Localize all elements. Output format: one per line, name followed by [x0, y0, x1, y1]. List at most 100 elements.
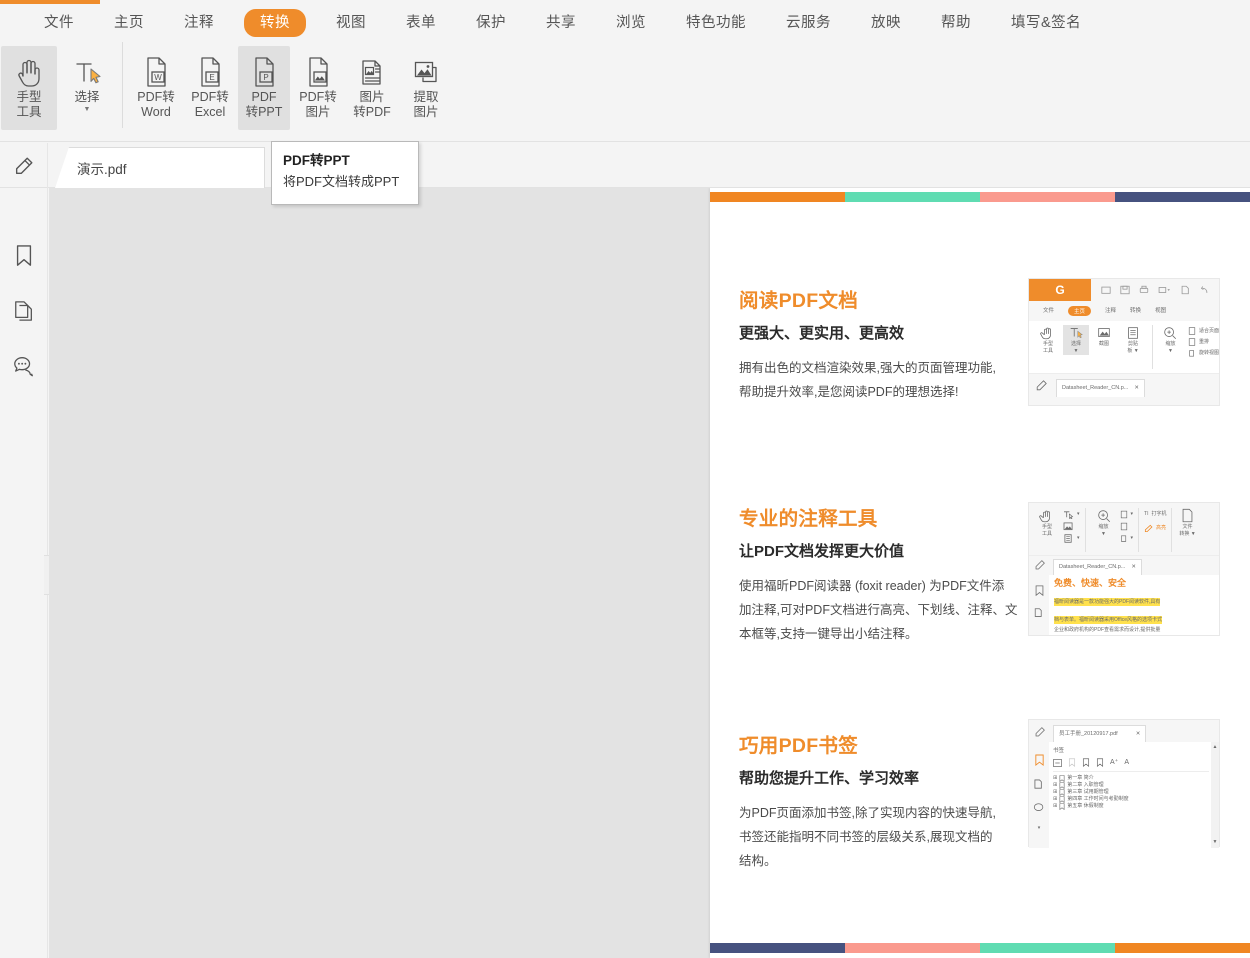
section-1-subtitle: 更强大、更实用、更高效	[739, 323, 1029, 344]
pdf-to-word-button[interactable]: W PDF转 Word	[130, 46, 182, 130]
mini-rotate-label: 旋转视图	[1199, 350, 1219, 357]
mini3-decrease-font-icon[interactable]: A	[1124, 759, 1129, 766]
ribbon-tab-form[interactable]: 表单	[396, 10, 446, 36]
mini3-expand-node-1[interactable]: ⊞	[1053, 775, 1057, 782]
mini3-bm-icon-4	[1059, 796, 1065, 803]
extract-image-label-2: 图片	[413, 105, 438, 120]
application-window: 文件 主页 注释 转换 视图 表单 保护 共享 浏览 特色功能 云服务 放映 帮…	[0, 0, 1250, 958]
section-2-body-line-3: 本框等,支持一键导出小结注释。	[739, 622, 1029, 646]
ribbon-tab-home[interactable]: 主页	[104, 10, 154, 36]
svg-text:W: W	[154, 73, 162, 82]
pdf-to-ppt-label-1: PDF	[252, 90, 277, 105]
mini3-bookmark-4[interactable]: 第四章 工作时间与考勤制度	[1067, 796, 1128, 803]
pdf-to-ppt-icon: P	[249, 54, 279, 90]
section-3-body-line-3: 结构。	[739, 849, 1029, 873]
mini3-bm-icon-3	[1059, 789, 1065, 796]
ribbon-tab-presentation[interactable]: 放映	[861, 10, 911, 36]
mini3-bookmark-3[interactable]: 第三章 试用期管理	[1067, 789, 1108, 796]
left-navigation-rail	[0, 188, 48, 958]
mini-rotate-icon-2	[1120, 534, 1128, 543]
mini3-expand-node-5[interactable]: ⊞	[1053, 803, 1057, 810]
ribbon-tab-convert[interactable]: 转换	[244, 9, 306, 37]
section-3-body-line-2: 书签还能指明不同书签的层级关系,展现文档的	[739, 825, 1029, 849]
pdf-to-excel-button[interactable]: E PDF转 Excel	[184, 46, 236, 130]
ribbon-tab-cloud[interactable]: 云服务	[776, 10, 841, 36]
mini3-new-bookmark-icon	[1068, 758, 1076, 767]
mini3-expand-node-3[interactable]: ⊞	[1053, 789, 1057, 796]
mini2-bookmark-icon	[1034, 585, 1045, 597]
tooltip-description: 将PDF文档转成PPT	[283, 171, 407, 192]
mini-convert-icon	[1180, 508, 1195, 524]
mini-caret-3: ▾	[1131, 511, 1134, 518]
pdf-to-image-button[interactable]: PDF转 图片	[292, 46, 344, 130]
mini-app-logo: G	[1029, 279, 1091, 301]
mini-tool-clipboard-2: 板 ▼	[1119, 348, 1147, 355]
hand-icon	[14, 54, 44, 90]
mini3-close-icon[interactable]: ✕	[1136, 731, 1141, 738]
mini3-panel-title: 书签	[1053, 746, 1209, 756]
mini3-bookmark-2[interactable]: 第二章 入职管理	[1067, 782, 1103, 789]
mini2-content-line-3: 企业和政府机构的PDF查看需求而设计,提供批量	[1054, 626, 1215, 634]
mini3-scroll-down-icon[interactable]: ▼	[1213, 839, 1218, 846]
pencil-tool-button[interactable]	[0, 143, 48, 188]
mini3-expand-node-4[interactable]: ⊞	[1053, 796, 1057, 803]
document-viewer[interactable]: 阅读PDF文档 更强大、更实用、更高效 拥有出色的文档渲染效果,强大的页面管理功…	[49, 188, 1250, 958]
mini-snapshot-icon-2	[1063, 522, 1074, 531]
hand-tool-button[interactable]: 手型 工具	[1, 46, 57, 130]
sidebar-item-pages[interactable]	[0, 283, 48, 338]
mini-tool-snapshot-1: 截图	[1091, 341, 1117, 348]
sidebar-item-comments[interactable]	[0, 338, 48, 393]
ribbon-tab-fill-sign[interactable]: 填写&签名	[1001, 10, 1091, 36]
ribbon-group-convert: W PDF转 Word E PDF转 Excel	[129, 42, 453, 138]
mini3-expand-node-2[interactable]: ⊞	[1053, 782, 1057, 789]
mini-tab-home: 主页	[1068, 306, 1091, 316]
mini3-edit-bookmark-icon	[1082, 758, 1090, 767]
ribbon-tab-browse[interactable]: 浏览	[606, 10, 656, 36]
mini-tab-view: 视图	[1155, 308, 1166, 315]
sidebar-item-bookmarks[interactable]	[0, 228, 48, 283]
image-to-pdf-button[interactable]: 图片 转PDF	[346, 46, 398, 130]
chevron-down-icon[interactable]: ▼	[84, 106, 91, 114]
mini2-content-title: 免费、快速、安全	[1054, 577, 1215, 590]
mini-tool-zoom-1: 缩放	[1158, 341, 1183, 348]
mini-tab-comment: 注释	[1105, 308, 1116, 315]
ribbon-tab-protect[interactable]: 保护	[466, 10, 516, 36]
mini2-tool-zoom-2: ▼	[1091, 531, 1117, 538]
pdf-to-excel-label-1: PDF转	[191, 90, 229, 105]
ribbon-tab-comment[interactable]: 注释	[174, 10, 224, 36]
print-icon	[1139, 285, 1149, 295]
document-tab-filename: 演示.pdf	[77, 158, 127, 178]
mini-fit-page-icon	[1188, 327, 1196, 335]
pdf-to-ppt-button[interactable]: P PDF 转PPT	[238, 46, 290, 130]
mini-close-icon[interactable]: ✕	[1134, 385, 1139, 392]
mini3-more-icon[interactable]: ▾	[1038, 825, 1041, 832]
section-2-text: 专业的注释工具 让PDF文档发挥更大价值 使用福昕PDF阅读器 (foxit r…	[739, 506, 1029, 646]
mini2-close-icon[interactable]: ✕	[1131, 564, 1136, 571]
document-tab[interactable]: 演示.pdf	[55, 147, 265, 188]
ribbon-tab-features[interactable]: 特色功能	[676, 10, 756, 36]
mini3-bookmark-5[interactable]: 第五章 休假制度	[1067, 803, 1103, 810]
select-tool-button[interactable]: 选择 ▼	[59, 46, 115, 130]
mini-highlight-label: 高亮	[1156, 525, 1166, 532]
mini-clipboard-icon	[1125, 325, 1141, 341]
extract-image-icon	[411, 54, 441, 90]
extract-image-button[interactable]: 提取 图片	[400, 46, 452, 130]
mini-reflow-icon	[1188, 338, 1196, 346]
mini3-comment-icon	[1033, 802, 1045, 814]
mini3-increase-font-icon[interactable]: A⁺	[1110, 759, 1118, 766]
ribbon-tab-share[interactable]: 共享	[536, 10, 586, 36]
section-3-body: 为PDF页面添加书签,除了实现内容的快速导航, 书签还能指明不同书签的层级关系,…	[739, 801, 1029, 873]
ribbon-tab-view[interactable]: 视图	[326, 10, 376, 36]
mini3-pencil-icon	[1034, 726, 1046, 738]
mini3-bookmark-1[interactable]: 第一章 简介	[1067, 775, 1093, 782]
mini3-file-tab-name: 员工手册_20120917.pdf	[1059, 731, 1118, 738]
mini2-tool-convert-2: 转换 ▼	[1176, 531, 1200, 538]
mini-text-select-icon	[1063, 510, 1074, 519]
ribbon-tab-file[interactable]: 文件	[34, 10, 84, 36]
mini3-scroll-up-icon[interactable]: ▲	[1213, 744, 1218, 751]
image-to-pdf-label-2: 转PDF	[353, 105, 391, 120]
ribbon-tab-help[interactable]: 帮助	[931, 10, 981, 36]
pdf-to-ppt-label-2: 转PPT	[246, 105, 283, 120]
section-2-screenshot: 手型 工具 ▾ ▾	[1028, 502, 1220, 636]
mini2-content-line-1: 福昕阅读器是一款功能强大的PDF阅读软件,具有	[1054, 598, 1160, 606]
